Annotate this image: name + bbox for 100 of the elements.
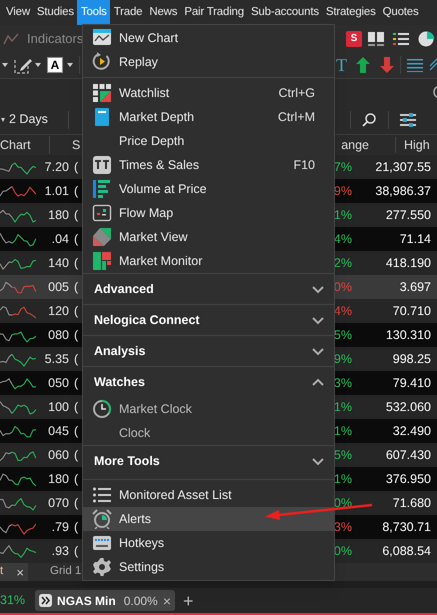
search-icon[interactable] xyxy=(362,112,376,126)
section-label: Watches xyxy=(94,374,145,391)
menu-item[interactable]: Clock xyxy=(83,421,334,445)
high-cell-text: 71.680 xyxy=(392,494,432,512)
sparkline-chart xyxy=(0,495,36,511)
asset-tab[interactable]: NGAS Min 0.00% × xyxy=(35,590,176,611)
menu-section-header[interactable]: More Tools xyxy=(83,445,334,476)
menu-item[interactable]: Pair Trading xyxy=(180,0,248,25)
add-tab-button[interactable]: + xyxy=(183,592,194,610)
menu-item[interactable]: Market Depth Ctrl+M xyxy=(83,105,334,129)
section-label: Nelogica Connect xyxy=(94,312,200,329)
change-cell-text: 1% xyxy=(334,398,352,416)
price-cell-text: ( xyxy=(74,254,78,272)
settings-sliders-icon[interactable] xyxy=(400,112,416,126)
caret-icon[interactable] xyxy=(35,63,41,67)
horizontal-lines-icon[interactable] xyxy=(407,58,423,72)
column-header[interactable]: Chart xyxy=(0,136,50,154)
menu-section-header[interactable]: Analysis xyxy=(83,335,334,366)
price-cell-text: ( xyxy=(74,230,78,248)
pie-chart-icon[interactable] xyxy=(418,30,435,46)
menu-item[interactable]: Hotkeys xyxy=(83,531,334,555)
strategy-badge[interactable]: S xyxy=(346,30,362,46)
close-icon[interactable]: × xyxy=(16,566,24,578)
menu-item[interactable]: Volume at Price xyxy=(83,177,334,201)
diagonal-lines-icon[interactable] xyxy=(430,58,437,72)
high-cell-text: 607.430 xyxy=(384,446,432,464)
price-cell-text: 050 xyxy=(47,374,69,392)
menu-item[interactable]: Sub-accounts xyxy=(247,0,322,25)
indicators-button[interactable]: Indicators xyxy=(27,28,84,48)
close-icon[interactable]: × xyxy=(162,594,172,608)
menu-item-label: Volume at Price xyxy=(119,180,207,198)
gear-icon[interactable] xyxy=(433,85,437,99)
menu-item[interactable]: View xyxy=(0,0,34,25)
menu-section-header[interactable]: Watches xyxy=(83,366,334,397)
caret-icon[interactable] xyxy=(2,63,8,67)
price-cell-text: 080 xyxy=(47,326,69,344)
menu-item[interactable]: Studies xyxy=(33,0,78,25)
section-label: Analysis xyxy=(94,342,146,360)
sparkline-chart xyxy=(0,303,36,319)
column-header[interactable]: ange xyxy=(341,136,369,154)
menu-item[interactable]: Flow Map xyxy=(83,201,334,225)
text-tool-button[interactable]: T xyxy=(336,56,347,74)
sheet-tab[interactable]: Grid 1 xyxy=(50,563,82,581)
new-chart-icon xyxy=(92,28,112,48)
change-cell-text: 2% xyxy=(334,254,352,272)
price-cell-text: 070 xyxy=(47,494,69,512)
menu-item[interactable]: Times & Sales F10 xyxy=(83,153,334,177)
high-cell-text: 998.25 xyxy=(392,350,432,368)
menu-item[interactable]: Monitored Asset List xyxy=(83,483,334,507)
menu-item[interactable]: Market Monitor xyxy=(83,249,334,273)
menu-section-header[interactable]: Advanced xyxy=(83,273,334,304)
down-arrow-icon[interactable] xyxy=(380,57,394,73)
menu-item[interactable]: Price Depth xyxy=(83,129,334,153)
price-cell-text: .04 xyxy=(50,230,69,248)
menu-item-label: Hotkeys xyxy=(119,534,164,552)
menu-item[interactable]: New Chart xyxy=(83,26,334,50)
menu-item[interactable]: Alerts xyxy=(83,507,334,531)
price-cell-text: 180 xyxy=(47,470,69,488)
caret-icon[interactable] xyxy=(67,63,73,67)
edit-icon[interactable] xyxy=(14,56,32,74)
sparkline-chart xyxy=(0,279,36,295)
watchlist-icon xyxy=(92,83,112,103)
shortcut-text: Ctrl+G xyxy=(278,84,315,102)
caret-icon[interactable] xyxy=(1,118,5,122)
menu-item[interactable]: Replay xyxy=(83,50,334,74)
menu-item[interactable]: Trade xyxy=(110,0,146,25)
list-icon[interactable] xyxy=(393,32,409,46)
sparkline-chart xyxy=(0,399,36,415)
menu-section-header[interactable]: Nelogica Connect xyxy=(83,304,334,335)
column-header[interactable]: High xyxy=(404,136,432,154)
asset-name: NGAS Min xyxy=(57,592,116,610)
menu-item[interactable]: Market View xyxy=(83,225,334,249)
menu-item[interactable]: Settings xyxy=(83,555,334,579)
menu-item-label: New Chart xyxy=(119,30,178,47)
sparkline-chart xyxy=(0,231,36,247)
sheet-tab[interactable]: t × xyxy=(0,563,28,581)
high-cell-text: 418.190 xyxy=(384,254,432,272)
sparkline-chart xyxy=(0,375,36,391)
high-cell-text: 130.310 xyxy=(384,326,432,344)
price-cell-text: ( xyxy=(74,398,78,416)
menu-item[interactable]: Strategies xyxy=(322,0,380,25)
menu-item[interactable]: News xyxy=(146,0,181,25)
high-cell-text: 79.410 xyxy=(392,374,432,392)
tab-label: Grid 1 xyxy=(50,566,82,578)
high-cell-text: 8,730.71 xyxy=(381,518,432,536)
high-cell-text: 532.060 xyxy=(384,398,432,416)
text-color-button[interactable]: A xyxy=(47,57,63,73)
blocks-icon[interactable] xyxy=(368,32,384,46)
column-header[interactable]: S xyxy=(72,136,80,154)
alarm-clock-icon xyxy=(92,509,112,529)
price-cell-text: 060 xyxy=(47,446,69,464)
menu-item[interactable]: Watchlist Ctrl+G xyxy=(83,81,334,105)
up-arrow-icon[interactable] xyxy=(356,57,370,73)
sparkline-chart xyxy=(0,471,36,487)
menu-item[interactable]: Market Clock xyxy=(83,397,334,421)
menu-item-label: Market Depth xyxy=(119,108,194,126)
tab-label: t xyxy=(0,566,4,578)
period-selector[interactable]: 2 Days xyxy=(9,110,48,129)
menu-item-label: Watchlist xyxy=(119,84,170,102)
menu-item[interactable]: Quotes xyxy=(379,0,422,25)
